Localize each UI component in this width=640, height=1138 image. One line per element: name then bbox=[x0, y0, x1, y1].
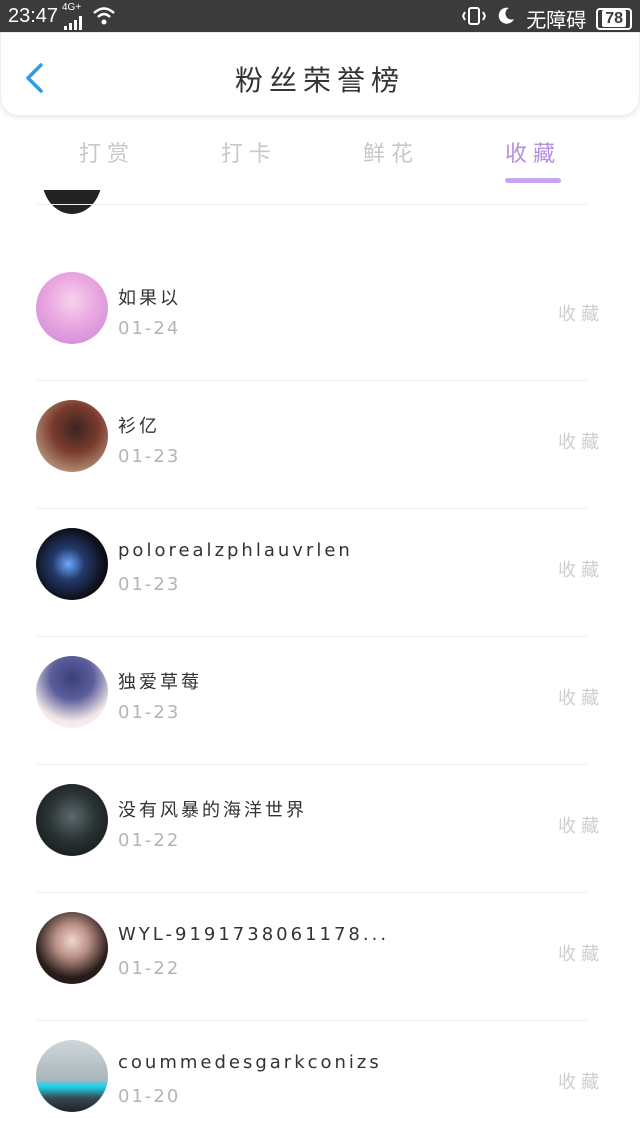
list-item[interactable]: WYL-9191738061178... 01-22 收藏 bbox=[0, 894, 640, 1022]
battery-level: 78 bbox=[602, 9, 626, 27]
divider bbox=[36, 636, 588, 637]
avatar bbox=[36, 912, 108, 984]
status-bar: 23:47 4G+ 无障碍 78 bbox=[0, 0, 640, 32]
list-item[interactable]: 衫亿 01-23 收藏 bbox=[0, 382, 640, 510]
page-header: 粉丝荣誉榜 bbox=[0, 32, 640, 116]
divider bbox=[36, 508, 588, 509]
wifi-icon bbox=[92, 6, 116, 32]
divider bbox=[36, 380, 588, 381]
fan-date: 01-22 bbox=[118, 830, 181, 851]
list-item[interactable]: 没有风暴的海洋世界 01-22 收藏 bbox=[0, 766, 640, 894]
fan-name: 如果以 bbox=[118, 288, 181, 309]
fan-name: WYL-9191738061178... bbox=[118, 924, 390, 945]
vibrate-icon bbox=[462, 6, 487, 32]
fan-list: 如果以 01-24 收藏 衫亿 01-23 收藏 polorealzphlauv… bbox=[0, 190, 640, 1138]
tab-flowers[interactable]: 鲜花 bbox=[341, 136, 441, 168]
list-item[interactable]: coummedesgarkconizs 01-20 收藏 bbox=[0, 1022, 640, 1138]
list-item[interactable]: polorealzphlauvrlen 01-23 收藏 bbox=[0, 510, 640, 638]
fan-name: 独爱草莓 bbox=[118, 672, 202, 693]
tab-reward[interactable]: 打赏 bbox=[57, 136, 157, 168]
fan-action-label: 收藏 bbox=[558, 560, 604, 581]
fan-action-label: 收藏 bbox=[558, 1072, 604, 1093]
fan-action-label: 收藏 bbox=[558, 944, 604, 965]
fan-action-label: 收藏 bbox=[558, 304, 604, 325]
battery-indicator: 78 bbox=[596, 7, 632, 30]
status-time: 23:47 bbox=[8, 5, 59, 27]
fan-date: 01-22 bbox=[118, 958, 181, 979]
list-item[interactable]: 独爱草莓 01-23 收藏 bbox=[0, 638, 640, 766]
network-type: 4G+ bbox=[62, 2, 82, 13]
avatar bbox=[36, 656, 108, 728]
fan-action-label: 收藏 bbox=[558, 432, 604, 453]
avatar bbox=[42, 190, 102, 214]
moon-icon bbox=[496, 6, 516, 32]
page-title: 粉丝荣誉榜 bbox=[234, 64, 405, 97]
fan-name: 衫亿 bbox=[118, 416, 160, 437]
tab-checkin[interactable]: 打卡 bbox=[199, 136, 299, 168]
tab-collection[interactable]: 收藏 bbox=[483, 136, 583, 168]
fan-date: 01-23 bbox=[118, 702, 181, 723]
fan-date: 01-24 bbox=[118, 318, 181, 339]
fan-date: 01-23 bbox=[118, 574, 181, 595]
fan-date: 01-20 bbox=[118, 1086, 181, 1107]
accessibility-label: 无障碍 bbox=[526, 10, 587, 32]
fan-action-label: 收藏 bbox=[558, 816, 604, 837]
fan-action-label: 收藏 bbox=[558, 688, 604, 709]
avatar bbox=[36, 784, 108, 856]
tab-bar: 打赏 打卡 鲜花 收藏 bbox=[0, 116, 640, 190]
divider bbox=[36, 764, 588, 765]
avatar bbox=[36, 272, 108, 344]
fan-name: coummedesgarkconizs bbox=[118, 1052, 382, 1073]
fan-date: 01-23 bbox=[118, 446, 181, 467]
fan-name: 没有风暴的海洋世界 bbox=[118, 800, 307, 821]
divider bbox=[36, 892, 588, 893]
avatar bbox=[36, 400, 108, 472]
active-tab-indicator bbox=[505, 178, 561, 183]
divider bbox=[36, 204, 588, 205]
avatar bbox=[36, 1040, 108, 1112]
list-item[interactable]: 如果以 01-24 收藏 bbox=[0, 254, 640, 382]
divider bbox=[36, 1020, 588, 1021]
avatar bbox=[36, 528, 108, 600]
fan-name: polorealzphlauvrlen bbox=[118, 540, 353, 561]
